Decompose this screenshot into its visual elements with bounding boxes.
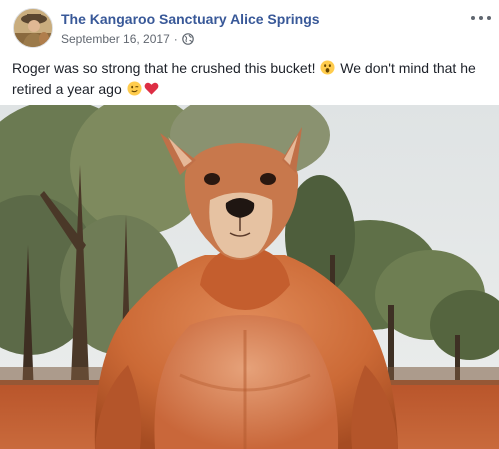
post-text-part1: Roger was so strong that he crushed this… bbox=[12, 60, 320, 76]
globe-icon bbox=[181, 33, 194, 45]
kangaroo-photo[interactable] bbox=[0, 105, 499, 449]
post-date[interactable]: September 16, 2017 bbox=[61, 32, 170, 46]
page-avatar[interactable] bbox=[13, 8, 53, 48]
red-heart-emoji bbox=[144, 81, 159, 96]
more-options-icon[interactable] bbox=[471, 12, 491, 24]
winking-face-emoji bbox=[127, 81, 142, 96]
facebook-post: The Kangaroo Sanctuary Alice Springs Sep… bbox=[0, 0, 499, 449]
page-name-link[interactable]: The Kangaroo Sanctuary Alice Springs bbox=[61, 11, 320, 27]
post-text: Roger was so strong that he crushed this… bbox=[12, 58, 490, 100]
meta-separator: · bbox=[173, 32, 178, 46]
post-meta: September 16, 2017 · bbox=[61, 32, 194, 46]
astonished-face-emoji bbox=[320, 60, 335, 75]
